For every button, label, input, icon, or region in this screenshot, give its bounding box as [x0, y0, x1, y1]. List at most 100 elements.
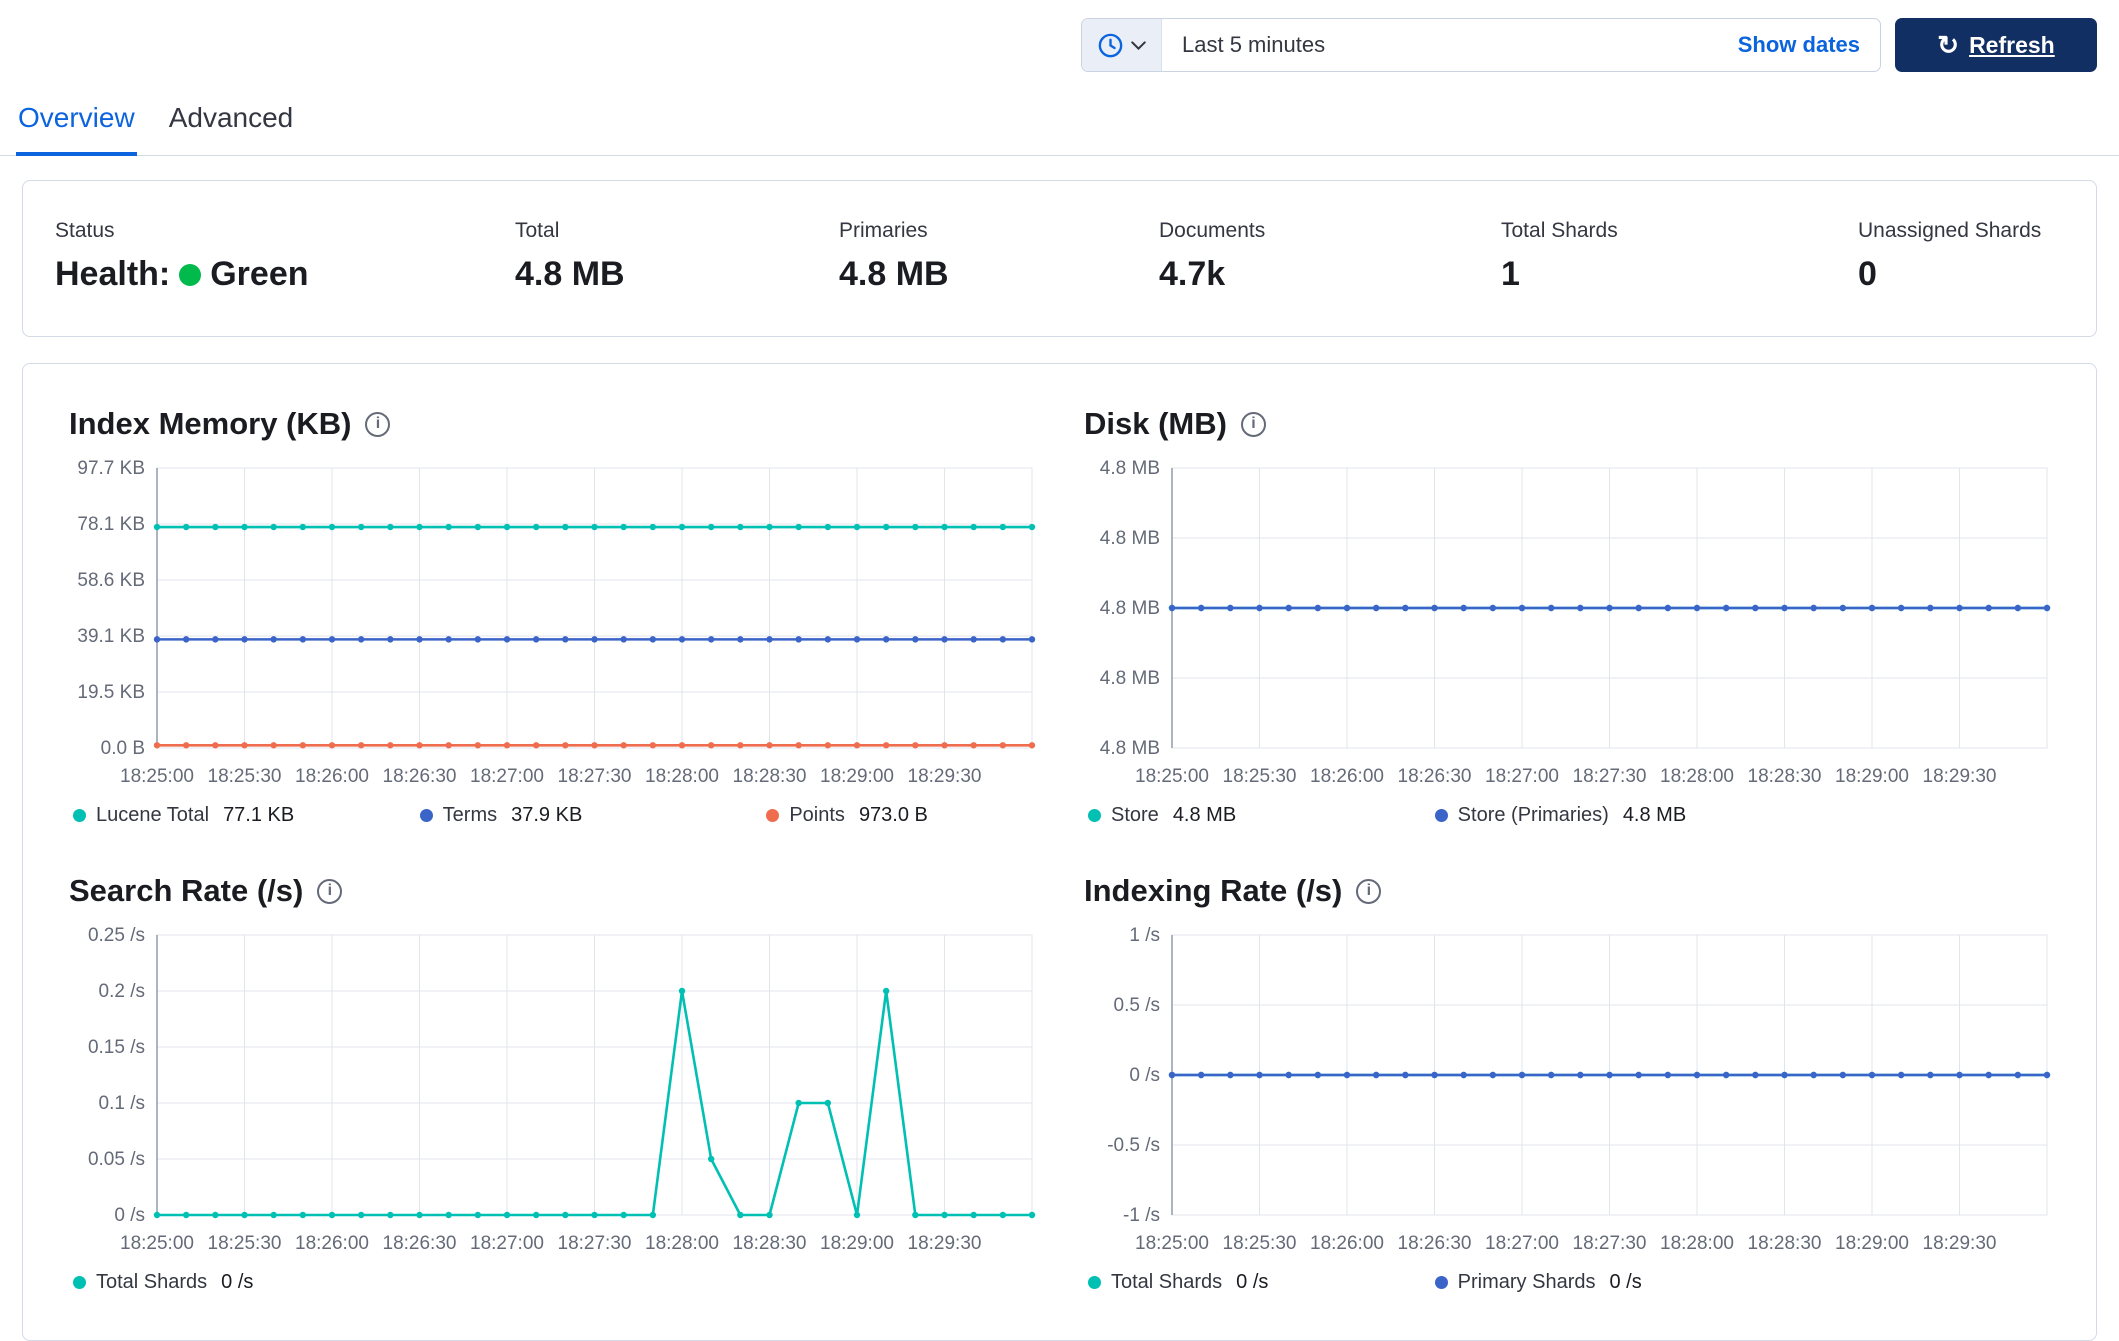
svg-text:18:28:30: 18:28:30 — [733, 766, 807, 787]
legend-series-dot — [1088, 809, 1101, 822]
stat-unassigned-shards: Unassigned Shards 0 — [1858, 219, 2064, 294]
svg-text:18:26:00: 18:26:00 — [1310, 1233, 1384, 1254]
chart-search-rate: Search Rate (/s) 0 /s 0.05 /s 0.1 /s 0.15 /… — [69, 873, 1036, 1294]
legend-series-name: Primary Shards — [1457, 1271, 1596, 1293]
stat-total-shards: Total Shards 1 — [1501, 219, 1858, 294]
legend-series-dot — [73, 1276, 86, 1289]
legend-item[interactable]: Store (Primaries) 4.8 MB — [1434, 804, 1782, 827]
legend-series-value: 973.0 B — [858, 804, 928, 826]
legend-series-dot — [1434, 1276, 1448, 1289]
legend-series-value: 37.9 KB — [511, 804, 583, 826]
stat-total-shards-label: Total Shards — [1501, 219, 1618, 242]
time-quick-select-button[interactable] — [1082, 19, 1162, 71]
svg-text:-1 /s: -1 /s — [1123, 1205, 1160, 1226]
svg-text:58.6 KB: 58.6 KB — [77, 570, 145, 591]
tab-overview[interactable]: Overview — [16, 102, 137, 156]
chart-title: Index Memory (KB) — [69, 406, 352, 441]
chart-title: Disk (MB) — [1084, 406, 1227, 441]
legend-item[interactable]: Store 4.8 MB — [1088, 804, 1435, 827]
health-green-dot — [179, 263, 202, 286]
chart-search-rate-header: Search Rate (/s) — [69, 873, 1036, 909]
info-icon[interactable] — [365, 411, 391, 437]
show-dates-button[interactable]: Show dates — [1738, 32, 1880, 58]
legend-item[interactable]: Primary Shards 0 /s — [1434, 1271, 1782, 1294]
legend-series-dot — [73, 809, 86, 822]
svg-text:4.8 MB: 4.8 MB — [1100, 738, 1160, 759]
svg-text:18:26:30: 18:26:30 — [1398, 766, 1472, 787]
legend-series-value: 0 /s — [1609, 1271, 1642, 1293]
index-memory-legend: Lucene Total 77.1 KB Terms 37.9 KB Points 973… — [69, 804, 1036, 827]
refresh-icon: ↻ — [1937, 30, 1960, 60]
legend-series-dot — [1434, 809, 1448, 822]
svg-text:18:25:30: 18:25:30 — [208, 1233, 282, 1254]
refresh-label: Refresh — [1969, 31, 2055, 58]
index-memory-plot: 0.0 B 19.5 KB 39.1 KB 58.6 KB 78.1 KB 97.7 KB… — [77, 460, 1036, 787]
clock-icon — [1097, 32, 1124, 59]
svg-text:18:27:00: 18:27:00 — [1485, 1233, 1559, 1254]
chart-indexing-rate: Indexing Rate (/s) -1 /s -0.5 /s 0 /s 0.5 /… — [1084, 873, 2051, 1294]
svg-text:18:27:30: 18:27:30 — [558, 766, 632, 787]
info-icon[interactable] — [1356, 878, 1382, 904]
svg-text:18:26:00: 18:26:00 — [295, 1233, 369, 1254]
svg-text:18:25:00: 18:25:00 — [120, 1233, 194, 1254]
svg-text:78.1 KB: 78.1 KB — [77, 514, 145, 535]
stat-documents: Documents 4.7k — [1159, 219, 1501, 294]
svg-text:97.7 KB: 97.7 KB — [77, 460, 145, 479]
legend-item[interactable]: Terms 37.9 KB — [419, 804, 767, 827]
svg-text:0.1 /s: 0.1 /s — [99, 1093, 145, 1114]
svg-text:18:27:30: 18:27:30 — [1573, 766, 1647, 787]
legend-series-value: 4.8 MB — [1622, 804, 1687, 826]
svg-text:18:29:00: 18:29:00 — [820, 766, 894, 787]
svg-text:18:27:00: 18:27:00 — [470, 1233, 544, 1254]
info-icon[interactable] — [317, 878, 343, 904]
svg-text:18:25:00: 18:25:00 — [1135, 766, 1209, 787]
svg-text:18:27:00: 18:27:00 — [470, 766, 544, 787]
legend-item[interactable]: Total Shards 0 /s — [1088, 1271, 1435, 1294]
chart-index-memory: Index Memory (KB) 0.0 B 19.5 KB 39.1 KB 58.… — [69, 406, 1036, 827]
svg-text:18:28:00: 18:28:00 — [645, 1233, 719, 1254]
chart-index-memory-header: Index Memory (KB) — [69, 406, 1036, 442]
svg-text:18:26:00: 18:26:00 — [295, 766, 369, 787]
svg-text:18:27:00: 18:27:00 — [1485, 766, 1559, 787]
charts-grid: Index Memory (KB) 0.0 B 19.5 KB 39.1 KB 58.… — [69, 406, 2051, 1294]
chart-disk: Disk (MB) 4.8 MB4.8 MB4.8 MB4.8 MB4.8 MB… — [1084, 406, 2051, 827]
stat-total-value: 4.8 MB — [515, 255, 625, 293]
stat-primaries: Primaries 4.8 MB — [839, 219, 1159, 294]
svg-text:18:29:00: 18:29:00 — [820, 1233, 894, 1254]
refresh-button[interactable]: ↻ Refresh — [1895, 18, 2097, 72]
svg-text:18:26:30: 18:26:30 — [383, 766, 457, 787]
svg-text:18:29:30: 18:29:30 — [1923, 766, 1997, 787]
legend-item[interactable]: Lucene Total 77.1 KB — [73, 804, 420, 827]
stat-primaries-value: 4.8 MB — [839, 255, 949, 293]
tab-advanced[interactable]: Advanced — [167, 102, 296, 156]
legend-series-dot — [1088, 1276, 1101, 1289]
legend-series-name: Total Shards — [96, 1271, 208, 1293]
svg-text:18:25:30: 18:25:30 — [1223, 766, 1297, 787]
svg-text:18:29:30: 18:29:30 — [908, 766, 982, 787]
stat-documents-label: Documents — [1159, 219, 1266, 242]
stat-status-value: Health: Green — [55, 255, 515, 294]
svg-text:18:28:00: 18:28:00 — [1660, 1233, 1734, 1254]
legend-item[interactable]: Total Shards 0 /s — [73, 1271, 420, 1294]
legend-item[interactable]: Points 973.0 B — [766, 804, 1113, 827]
svg-text:18:28:30: 18:28:30 — [1748, 766, 1822, 787]
time-range-value[interactable]: Last 5 minutes — [1162, 32, 1738, 58]
svg-text:18:29:00: 18:29:00 — [1835, 1233, 1909, 1254]
legend-series-value: 0 /s — [1236, 1271, 1269, 1293]
svg-text:18:26:30: 18:26:30 — [383, 1233, 457, 1254]
svg-text:-0.5 /s: -0.5 /s — [1107, 1135, 1160, 1156]
svg-text:18:29:30: 18:29:30 — [908, 1233, 982, 1254]
svg-text:18:25:00: 18:25:00 — [1135, 1233, 1209, 1254]
info-icon[interactable] — [1240, 411, 1266, 437]
svg-text:19.5 KB: 19.5 KB — [77, 682, 145, 703]
tabs-nav: Overview Advanced — [0, 102, 2119, 156]
svg-text:18:26:30: 18:26:30 — [1398, 1233, 1472, 1254]
health-prefix: Health: — [55, 255, 171, 293]
disk-plot: 4.8 MB 4.8 MB 4.8 MB 4.8 MB 4.8 MB 18:25:00 18… — [1100, 460, 2051, 787]
indexing-rate-legend: Total Shards 0 /s Primary Shards 0 /s — [1084, 1271, 2051, 1294]
indexing-rate-plot: -1 /s -0.5 /s 0 /s 0.5 /s 1 /s 18:25:00 18:25:… — [1107, 927, 2051, 1254]
svg-text:4.8 MB: 4.8 MB — [1100, 598, 1160, 619]
svg-text:18:28:00: 18:28:00 — [1660, 766, 1734, 787]
svg-text:18:29:00: 18:29:00 — [1835, 766, 1909, 787]
legend-series-name: Lucene Total — [96, 804, 210, 826]
